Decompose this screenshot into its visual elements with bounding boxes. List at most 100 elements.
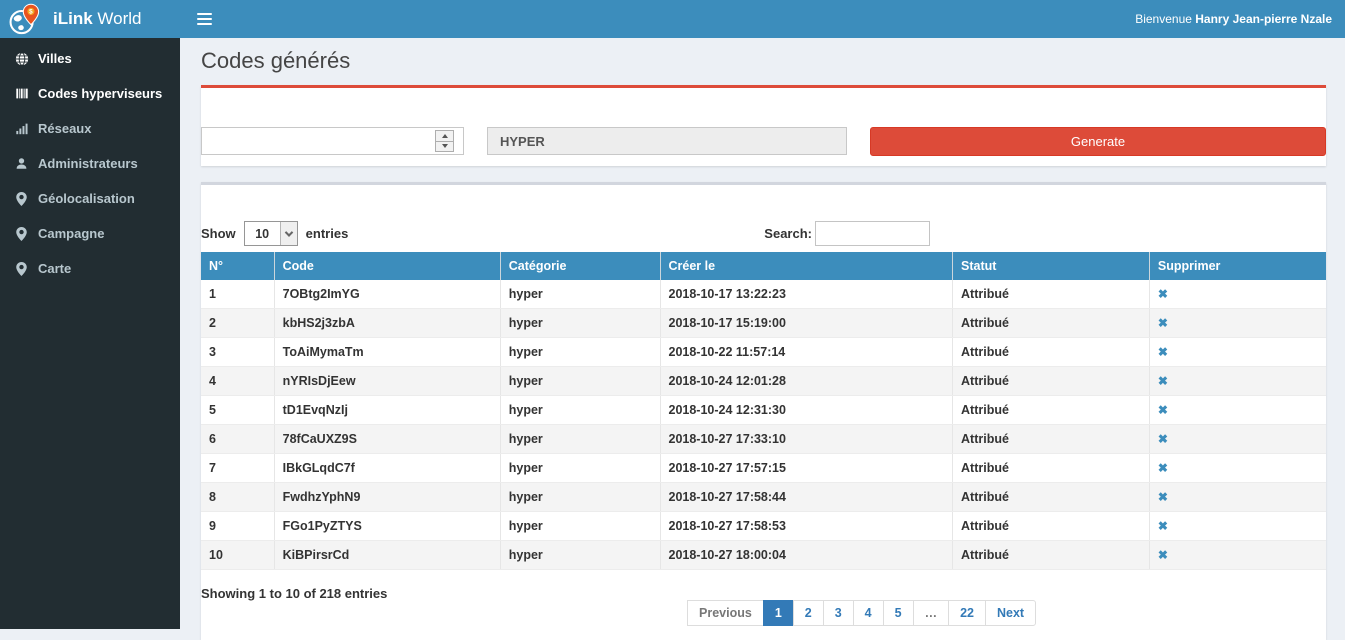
code-count-input[interactable] <box>202 128 463 154</box>
cell-created: 2018-10-27 18:00:04 <box>660 541 953 570</box>
cell-num: 7 <box>201 454 274 483</box>
sidebar-item-g-olocalisation[interactable]: Géolocalisation <box>0 181 180 216</box>
cell-category: hyper <box>500 483 660 512</box>
delete-icon[interactable]: ✖ <box>1158 345 1168 359</box>
table-row: 3 ToAiMymaTm hyper 2018-10-22 11:57:14 A… <box>201 338 1326 367</box>
sidebar-item-administrateurs[interactable]: Administrateurs <box>0 146 180 181</box>
sidebar-item-label: Carte <box>38 261 71 276</box>
table-row: 4 nYRIsDjEew hyper 2018-10-24 12:01:28 A… <box>201 367 1326 396</box>
delete-icon[interactable]: ✖ <box>1158 548 1168 562</box>
page-button-5[interactable]: 5 <box>883 600 914 626</box>
sidebar-item-label: Villes <box>38 51 72 66</box>
delete-icon[interactable]: ✖ <box>1158 403 1168 417</box>
delete-icon[interactable]: ✖ <box>1158 519 1168 533</box>
globe-pin-logo-icon: $ <box>8 3 42 36</box>
delete-icon[interactable]: ✖ <box>1158 374 1168 388</box>
brand-title-bold: iLink <box>53 9 93 28</box>
cell-delete: ✖ <box>1149 541 1326 570</box>
page-button-1[interactable]: 1 <box>763 600 794 626</box>
sidebar-item-villes[interactable]: Villes <box>0 41 180 76</box>
number-spinner[interactable] <box>435 130 454 152</box>
page-button-ellipsis[interactable]: … <box>913 600 950 626</box>
column-header-category[interactable]: Catégorie <box>500 252 660 280</box>
cell-status: Attribué <box>953 338 1150 367</box>
column-header-created[interactable]: Créer le <box>660 252 953 280</box>
welcome-text: Bienvenue Hanry Jean-pierre Nzale <box>1135 12 1345 26</box>
page-button-22[interactable]: 22 <box>948 600 986 626</box>
generate-button[interactable]: Generate <box>870 127 1326 156</box>
cell-category: hyper <box>500 512 660 541</box>
cell-num: 8 <box>201 483 274 512</box>
page-button-previous[interactable]: Previous <box>687 600 764 626</box>
brand-title: iLink World <box>53 9 142 29</box>
map-marker-icon <box>13 227 30 241</box>
delete-icon[interactable]: ✖ <box>1158 287 1168 301</box>
sidebar-item-carte[interactable]: Carte <box>0 251 180 286</box>
cell-code: kbHS2j3zbA <box>274 309 500 338</box>
cell-created: 2018-10-27 17:57:15 <box>660 454 953 483</box>
sidebar-item-label: Administrateurs <box>38 156 138 171</box>
table-row: 2 kbHS2j3zbA hyper 2018-10-17 15:19:00 A… <box>201 309 1326 338</box>
sidebar-item-campagne[interactable]: Campagne <box>0 216 180 251</box>
table-footer: Showing 1 to 10 of 218 entries Previous … <box>201 570 1326 640</box>
cell-category: hyper <box>500 541 660 570</box>
sidebar-item-label: Géolocalisation <box>38 191 135 206</box>
brand-title-light: World <box>97 9 141 28</box>
sidebar-item-codes-hyperviseurs[interactable]: Codes hyperviseurs <box>0 76 180 111</box>
delete-icon[interactable]: ✖ <box>1158 432 1168 446</box>
page-length-select[interactable]: 10 <box>244 221 298 246</box>
codes-table-card: Show 10 entries Search: N° Code <box>201 182 1326 640</box>
search-input[interactable] <box>815 221 930 246</box>
cell-category: hyper <box>500 309 660 338</box>
cell-delete: ✖ <box>1149 483 1326 512</box>
sidebar-toggle-button[interactable] <box>180 0 229 38</box>
user-name: Hanry Jean-pierre Nzale <box>1195 12 1332 26</box>
entries-info: Showing 1 to 10 of 218 entries <box>201 586 387 601</box>
spinner-down-icon[interactable] <box>436 142 453 152</box>
cell-created: 2018-10-17 15:19:00 <box>660 309 953 338</box>
code-generator-card: Generate <box>201 85 1326 166</box>
category-input <box>487 127 847 155</box>
page-button-4[interactable]: 4 <box>853 600 884 626</box>
brand-logo[interactable]: $ iLink World <box>0 0 180 38</box>
page-title: Codes générés <box>201 48 1326 73</box>
main-content: Codes générés Generate Show 10 <box>180 38 1345 640</box>
cell-delete: ✖ <box>1149 309 1326 338</box>
table-row: 7 IBkGLqdC7f hyper 2018-10-27 17:57:15 A… <box>201 454 1326 483</box>
page-button-3[interactable]: 3 <box>823 600 854 626</box>
delete-icon[interactable]: ✖ <box>1158 461 1168 475</box>
page-button-next[interactable]: Next <box>985 600 1036 626</box>
delete-icon[interactable]: ✖ <box>1158 316 1168 330</box>
search-control: Search: <box>764 221 930 246</box>
column-header-delete[interactable]: Supprimer <box>1149 252 1326 280</box>
cell-code: 7OBtg2ImYG <box>274 280 500 309</box>
cell-delete: ✖ <box>1149 454 1326 483</box>
cell-num: 5 <box>201 396 274 425</box>
cell-status: Attribué <box>953 483 1150 512</box>
cell-num: 10 <box>201 541 274 570</box>
page-length-control: Show 10 entries <box>201 221 348 246</box>
cell-status: Attribué <box>953 541 1150 570</box>
welcome-prefix: Bienvenue <box>1135 12 1192 26</box>
spinner-up-icon[interactable] <box>436 131 453 142</box>
cell-status: Attribué <box>953 512 1150 541</box>
cell-category: hyper <box>500 396 660 425</box>
cell-created: 2018-10-24 12:31:30 <box>660 396 953 425</box>
column-header-num[interactable]: N° <box>201 252 274 280</box>
sidebar-item-r-seaux[interactable]: Réseaux <box>0 111 180 146</box>
cell-category: hyper <box>500 367 660 396</box>
chevron-down-icon <box>280 222 297 245</box>
cell-created: 2018-10-17 13:22:23 <box>660 280 953 309</box>
table-header-row: N° Code Catégorie Créer le Statut Suppri… <box>201 252 1326 280</box>
column-header-code[interactable]: Code <box>274 252 500 280</box>
cell-code: ToAiMymaTm <box>274 338 500 367</box>
cell-status: Attribué <box>953 425 1150 454</box>
delete-icon[interactable]: ✖ <box>1158 490 1168 504</box>
entries-label: entries <box>306 226 349 241</box>
column-header-status[interactable]: Statut <box>953 252 1150 280</box>
pagination: Previous 1 2 3 4 5 … 22 Next <box>688 600 1036 626</box>
cell-delete: ✖ <box>1149 512 1326 541</box>
page-button-2[interactable]: 2 <box>793 600 824 626</box>
cell-delete: ✖ <box>1149 280 1326 309</box>
cell-created: 2018-10-27 17:58:53 <box>660 512 953 541</box>
